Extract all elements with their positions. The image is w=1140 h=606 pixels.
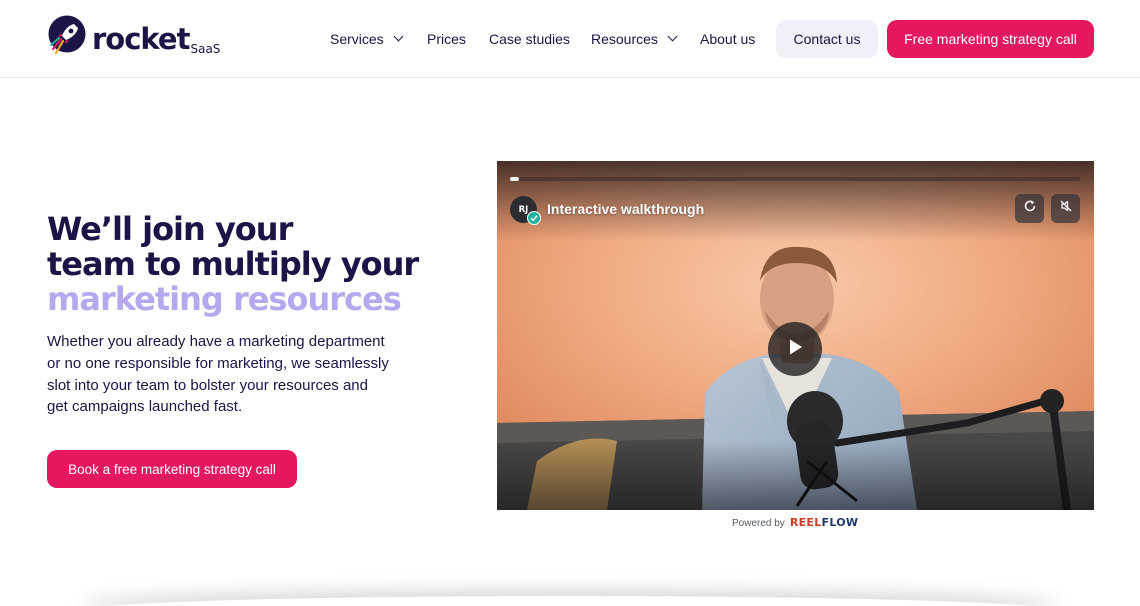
hero-headline: We’ll join your team to multiply your ma… bbox=[47, 210, 419, 318]
next-section-edge bbox=[80, 596, 1060, 606]
headline-accent: marketing resources bbox=[47, 280, 402, 318]
nav-case-studies[interactable]: Case studies bbox=[489, 31, 570, 47]
mute-button[interactable] bbox=[1051, 194, 1080, 223]
headline-line-1: We’ll join your bbox=[47, 210, 293, 248]
headline-line-2: team to multiply your bbox=[47, 245, 419, 283]
nav-label: Services bbox=[330, 31, 384, 47]
site-header: rocket SaaS Services Prices Case studies… bbox=[0, 0, 1140, 78]
powered-by-label: Powered by bbox=[732, 518, 785, 529]
logo-link[interactable]: rocket SaaS bbox=[47, 15, 220, 59]
nav-about-us[interactable]: About us bbox=[700, 31, 755, 47]
video-progress-fill bbox=[510, 177, 519, 181]
check-badge-icon bbox=[527, 211, 541, 225]
mute-icon bbox=[1059, 199, 1073, 218]
play-icon bbox=[785, 337, 805, 362]
nav-label: Case studies bbox=[489, 31, 570, 47]
reelflow-brand-part1: REEL bbox=[789, 516, 822, 529]
logo-subtext: SaaS bbox=[190, 42, 221, 56]
nav-label: About us bbox=[700, 31, 756, 47]
nav-prices[interactable]: Prices bbox=[427, 31, 466, 47]
nav-label: Resources bbox=[591, 31, 658, 47]
free-strategy-call-button[interactable]: Free marketing strategy call bbox=[887, 20, 1094, 58]
powered-by-reelflow[interactable]: Powered by REEL FLOW bbox=[732, 516, 858, 529]
replay-button[interactable] bbox=[1015, 194, 1044, 223]
nav-services[interactable]: Services bbox=[330, 31, 404, 47]
nav-label: Prices bbox=[427, 31, 466, 47]
chevron-down-icon bbox=[667, 31, 678, 41]
contact-us-button[interactable]: Contact us bbox=[776, 20, 878, 58]
replay-icon bbox=[1023, 199, 1037, 218]
nav-resources[interactable]: Resources bbox=[591, 31, 678, 47]
reelflow-brand-part2: FLOW bbox=[821, 516, 859, 529]
logo-wordmark: rocket bbox=[92, 22, 190, 56]
chevron-down-icon bbox=[393, 31, 404, 41]
rocket-icon bbox=[47, 15, 87, 59]
video-title: Interactive walkthrough bbox=[547, 201, 705, 217]
hero-body-text: Whether you already have a marketing dep… bbox=[47, 333, 389, 416]
play-button[interactable] bbox=[768, 322, 822, 376]
book-strategy-call-button[interactable]: Book a free marketing strategy call bbox=[47, 450, 297, 488]
video-progress-track[interactable] bbox=[510, 177, 1080, 181]
